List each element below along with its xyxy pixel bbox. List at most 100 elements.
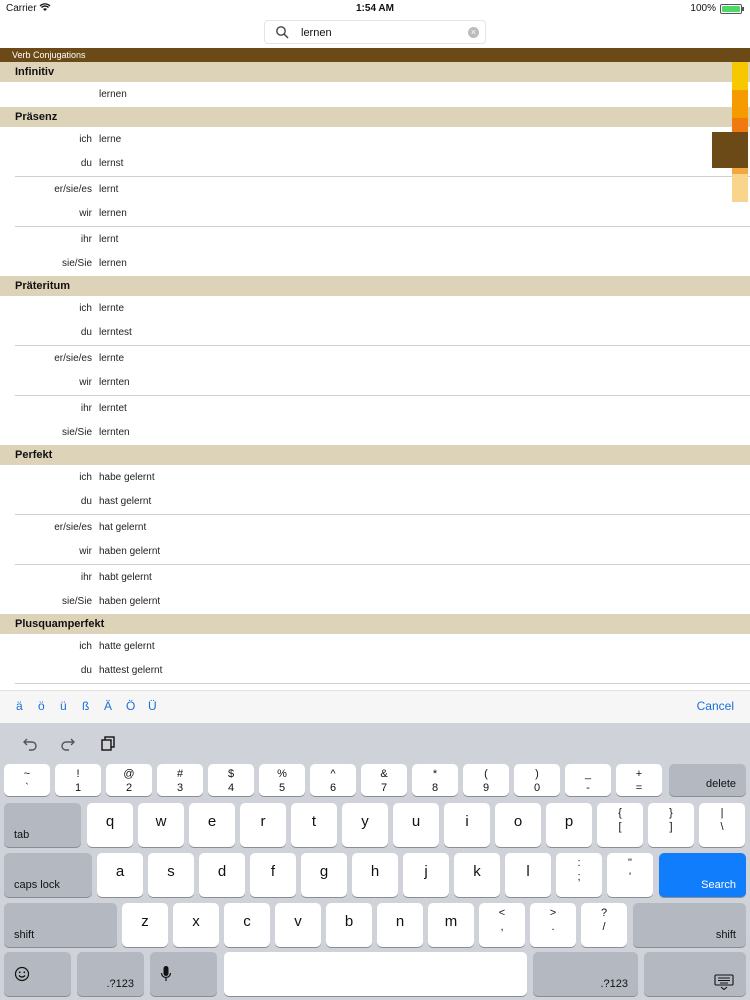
index-segment[interactable] bbox=[732, 174, 748, 202]
tab-key[interactable]: tab bbox=[4, 803, 81, 847]
letter-key[interactable]: j bbox=[403, 853, 449, 897]
search-input[interactable] bbox=[301, 24, 461, 42]
symbol-key[interactable]: + = bbox=[616, 764, 662, 796]
special-char-key[interactable]: Ö bbox=[126, 699, 135, 713]
list-item[interactable]: wir lernen bbox=[0, 201, 750, 226]
letter-key[interactable]: v bbox=[275, 903, 321, 947]
index-thumb[interactable] bbox=[712, 132, 748, 168]
index-segment[interactable] bbox=[732, 90, 748, 118]
letter-key[interactable]: x bbox=[173, 903, 219, 947]
letter-key[interactable]: e bbox=[189, 803, 235, 847]
letter-key[interactable]: k bbox=[454, 853, 500, 897]
symbol-key[interactable]: ! 1 bbox=[55, 764, 101, 796]
numbers-key-right[interactable]: .?123 bbox=[533, 952, 638, 996]
letter-key[interactable]: r bbox=[240, 803, 286, 847]
list-item[interactable]: ihr habt gelernt bbox=[0, 565, 750, 590]
caps-lock-key[interactable]: caps lock bbox=[4, 853, 92, 897]
symbol-key[interactable]: >. bbox=[530, 903, 576, 947]
paste-icon[interactable] bbox=[100, 735, 116, 751]
special-char-key[interactable]: ä bbox=[16, 699, 23, 713]
symbol-key[interactable]: ^ 6 bbox=[310, 764, 356, 796]
symbol-key[interactable]: & 7 bbox=[361, 764, 407, 796]
symbol-key[interactable]: (9 bbox=[463, 764, 509, 796]
list-item[interactable]: sie/Sie lernen bbox=[0, 251, 750, 276]
symbol-key[interactable]: {[ bbox=[597, 803, 643, 847]
list-item[interactable]: ich hatte gelernt bbox=[0, 634, 750, 659]
list-item[interactable]: wir haben gelernt bbox=[0, 539, 750, 564]
letter-key[interactable]: f bbox=[250, 853, 296, 897]
special-char-key[interactable]: ö bbox=[38, 699, 45, 713]
cancel-button[interactable]: Cancel bbox=[697, 699, 734, 713]
symbol-key[interactable]: | \ bbox=[699, 803, 745, 847]
list-item[interactable]: du lerntest bbox=[0, 320, 750, 345]
letter-key[interactable]: d bbox=[199, 853, 245, 897]
hide-keyboard-key[interactable] bbox=[644, 952, 746, 996]
letter-key[interactable]: w bbox=[138, 803, 184, 847]
list-item[interactable]: wir lernten bbox=[0, 370, 750, 395]
letter-key[interactable]: i bbox=[444, 803, 490, 847]
letter-key[interactable]: h bbox=[352, 853, 398, 897]
letter-key[interactable]: l bbox=[505, 853, 551, 897]
letter-key[interactable]: t bbox=[291, 803, 337, 847]
symbol-key[interactable]: _ - bbox=[565, 764, 611, 796]
redo-icon[interactable] bbox=[60, 735, 76, 751]
letter-key[interactable]: b bbox=[326, 903, 372, 947]
list-item[interactable]: er/sie/es lernte bbox=[0, 346, 750, 371]
index-segment[interactable] bbox=[732, 62, 748, 90]
symbol-key[interactable]: :; bbox=[556, 853, 602, 897]
search-button[interactable]: Search bbox=[659, 853, 746, 897]
symbol-key[interactable]: $4 bbox=[208, 764, 254, 796]
symbol-key[interactable]: ~ ` bbox=[4, 764, 50, 796]
list-item[interactable]: sie/Sie lernten bbox=[0, 420, 750, 445]
list-item[interactable]: ich lerne bbox=[0, 127, 750, 152]
list-item[interactable]: du hattest gelernt bbox=[0, 658, 750, 683]
letter-key[interactable]: o bbox=[495, 803, 541, 847]
letter-key[interactable]: z bbox=[122, 903, 168, 947]
special-char-key[interactable]: ü bbox=[60, 699, 67, 713]
microphone-key[interactable] bbox=[150, 952, 217, 996]
shift-left-key[interactable]: shift bbox=[4, 903, 117, 947]
symbol-key[interactable]: " ' bbox=[607, 853, 653, 897]
symbol-key[interactable]: }] bbox=[648, 803, 694, 847]
letter-key[interactable]: n bbox=[377, 903, 423, 947]
special-char-key[interactable]: Ü bbox=[148, 699, 157, 713]
section-index[interactable] bbox=[712, 62, 748, 202]
delete-button[interactable]: delete bbox=[669, 764, 746, 796]
list-item[interactable]: du lernst bbox=[0, 151, 750, 176]
emoji-icon[interactable] bbox=[4, 952, 71, 996]
letter-key[interactable]: g bbox=[301, 853, 347, 897]
letter-key[interactable]: c bbox=[224, 903, 270, 947]
symbol-key[interactable]: % 5 bbox=[259, 764, 305, 796]
special-char-key[interactable]: ß bbox=[82, 699, 89, 713]
space-bar[interactable] bbox=[224, 952, 527, 996]
letter-key[interactable]: u bbox=[393, 803, 439, 847]
symbol-key[interactable]: * 8 bbox=[412, 764, 458, 796]
letter-key[interactable]: s bbox=[148, 853, 194, 897]
list-item[interactable]: ich lernte bbox=[0, 296, 750, 321]
symbol-key[interactable]: <, bbox=[479, 903, 525, 947]
list-item[interactable]: ihr lerntet bbox=[0, 396, 750, 421]
list-item[interactable]: sie/Sie haben gelernt bbox=[0, 589, 750, 614]
search-bar[interactable]: × bbox=[264, 20, 486, 44]
letter-key[interactable]: p bbox=[546, 803, 592, 847]
list-item[interactable]: du hast gelernt bbox=[0, 489, 750, 514]
list-item[interactable]: ich habe gelernt bbox=[0, 465, 750, 490]
special-char-key[interactable]: Ä bbox=[104, 699, 112, 713]
conjugation-list[interactable]: Infinitiv lernen Präsenz ich lerne du lernst er… bbox=[0, 62, 750, 690]
list-item[interactable]: lernen bbox=[0, 82, 750, 107]
shift-right-key[interactable]: shift bbox=[633, 903, 746, 947]
letter-key[interactable]: a bbox=[97, 853, 143, 897]
letter-key[interactable]: m bbox=[428, 903, 474, 947]
list-item[interactable]: er/sie/es hat gelernt bbox=[0, 515, 750, 540]
symbol-key[interactable]: ? / bbox=[581, 903, 627, 947]
symbol-key[interactable]: ) 0 bbox=[514, 764, 560, 796]
undo-icon[interactable] bbox=[22, 735, 38, 751]
list-item[interactable]: er/sie/es lernt bbox=[0, 177, 750, 202]
letter-key[interactable]: y bbox=[342, 803, 388, 847]
numbers-key-left[interactable]: .?123 bbox=[77, 952, 144, 996]
symbol-key[interactable]: @2 bbox=[106, 764, 152, 796]
letter-key[interactable]: q bbox=[87, 803, 133, 847]
clear-icon[interactable]: × bbox=[468, 27, 479, 38]
list-item[interactable]: ihr lernt bbox=[0, 227, 750, 252]
symbol-key[interactable]: #3 bbox=[157, 764, 203, 796]
